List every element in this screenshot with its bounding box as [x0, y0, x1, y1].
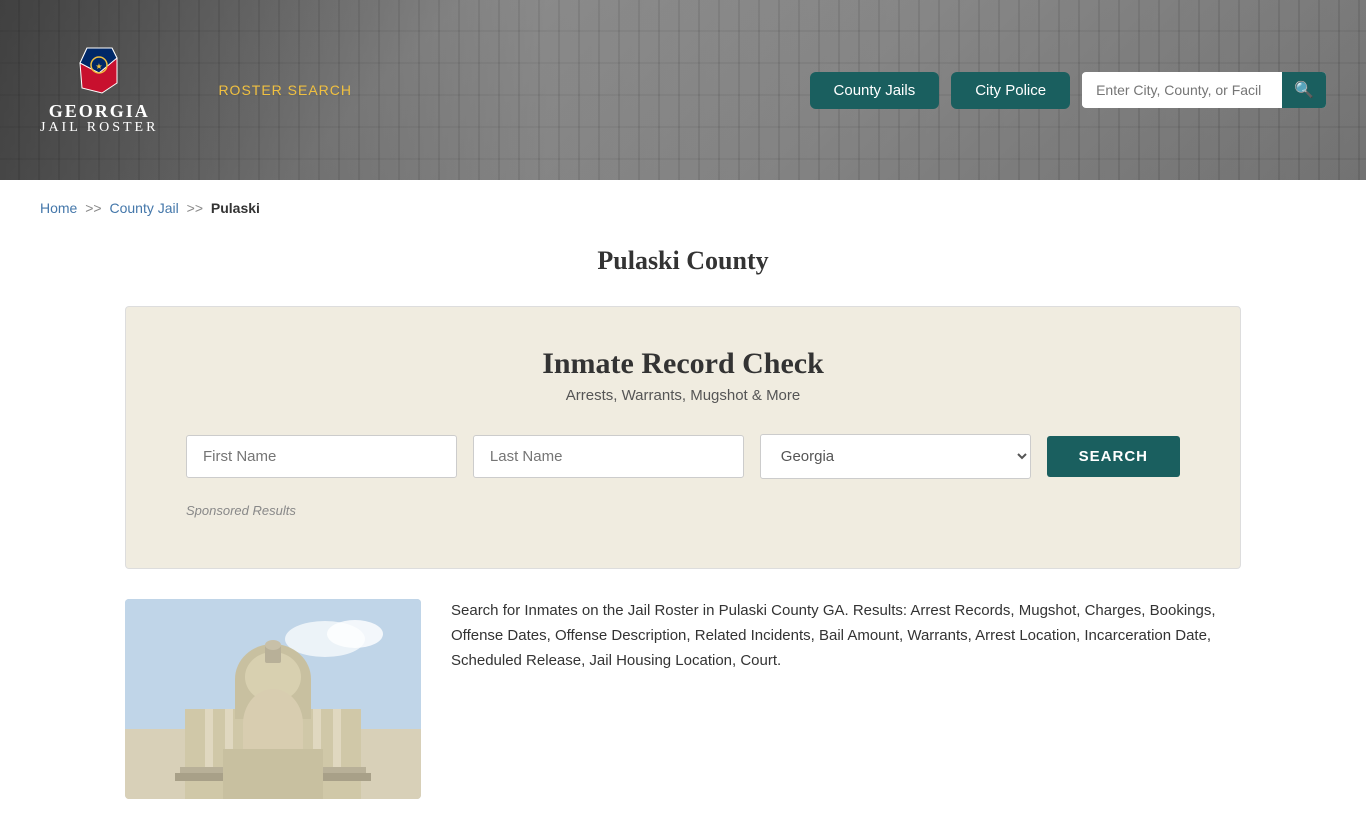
record-check-form: Georgia SEARCH	[186, 434, 1180, 479]
courthouse-image	[125, 599, 421, 799]
header-content: ★ GEORGIA JAIL ROSTER ROSTER SEARCH Coun…	[0, 0, 1366, 180]
site-header: ★ GEORGIA JAIL ROSTER ROSTER SEARCH Coun…	[0, 0, 1366, 180]
last-name-input[interactable]	[473, 435, 744, 478]
svg-text:★: ★	[95, 62, 102, 71]
breadcrumb-home[interactable]: Home	[40, 200, 77, 216]
georgia-state-icon: ★	[72, 43, 127, 98]
first-name-input[interactable]	[186, 435, 457, 478]
breadcrumb: Home >> County Jail >> Pulaski	[0, 180, 1366, 236]
city-police-button[interactable]: City Police	[951, 72, 1070, 109]
site-logo[interactable]: ★ GEORGIA JAIL ROSTER	[40, 43, 158, 137]
sponsored-label: Sponsored Results	[186, 503, 1180, 518]
breadcrumb-county-jail[interactable]: County Jail	[110, 200, 179, 216]
breadcrumb-sep-1: >>	[85, 200, 101, 216]
county-jails-button[interactable]: County Jails	[810, 72, 940, 109]
page-title: Pulaski County	[0, 246, 1366, 276]
roster-search-link[interactable]: ROSTER SEARCH	[218, 82, 352, 98]
breadcrumb-sep-2: >>	[187, 200, 203, 216]
record-check-title: Inmate Record Check	[186, 347, 1180, 381]
search-button[interactable]: SEARCH	[1047, 436, 1180, 477]
state-select[interactable]: Georgia	[760, 434, 1031, 479]
record-check-section: Inmate Record Check Arrests, Warrants, M…	[125, 306, 1241, 569]
header-search-input[interactable]	[1082, 74, 1282, 106]
county-description: Search for Inmates on the Jail Roster in…	[451, 599, 1241, 673]
logo-jail-text: JAIL ROSTER	[40, 120, 158, 137]
courthouse-svg	[125, 599, 421, 799]
header-search-bar: 🔍	[1082, 72, 1326, 108]
bottom-section: Search for Inmates on the Jail Roster in…	[0, 599, 1366, 839]
header-right: County Jails City Police 🔍	[810, 72, 1326, 109]
record-check-subtitle: Arrests, Warrants, Mugshot & More	[186, 387, 1180, 404]
breadcrumb-current: Pulaski	[211, 200, 260, 216]
logo-georgia-text: GEORGIA	[49, 102, 150, 120]
header-search-button[interactable]: 🔍	[1282, 72, 1326, 108]
